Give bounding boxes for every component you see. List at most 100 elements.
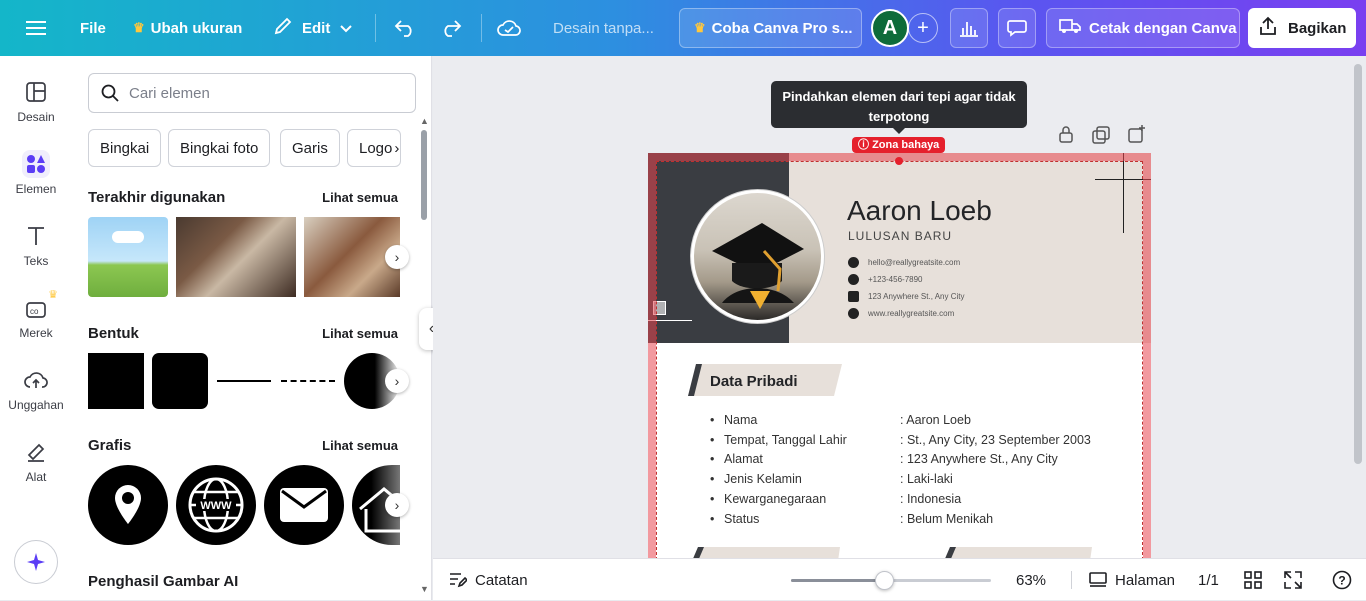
cross-decoration-horizontal xyxy=(1095,179,1151,180)
brand-icon: co ♛ xyxy=(22,289,58,322)
sidebar-item-elements[interactable]: Elemen xyxy=(0,150,72,196)
cloud-saved-icon[interactable] xyxy=(497,0,521,56)
data-row[interactable]: • Jenis Kelamin: Laki-laki xyxy=(710,470,1091,490)
data-row[interactable]: • Alamat: 123 Anywhere St., Any City xyxy=(710,450,1091,470)
scroll-down-icon[interactable]: ▼ xyxy=(420,584,429,594)
redo-icon[interactable] xyxy=(440,0,462,56)
chevron-right-icon[interactable]: › xyxy=(385,245,409,269)
add-collaborator-icon[interactable]: + xyxy=(908,13,938,43)
resume-role[interactable]: LULUSAN BARU xyxy=(848,229,952,243)
crown-icon: ♛ xyxy=(133,20,145,35)
see-all-recent-link[interactable]: Lihat semua xyxy=(322,190,398,205)
globe-www-icon[interactable]: WWW xyxy=(176,465,256,545)
ai-image-section-title: Penghasil Gambar AI xyxy=(88,573,239,590)
contact-email[interactable]: hello@reallygreatsite.com xyxy=(848,254,965,271)
chip-frames[interactable]: Bingkai xyxy=(88,129,162,167)
data-row-key: Status xyxy=(724,511,760,526)
recent-item-sky-image[interactable] xyxy=(88,217,168,297)
notes-button[interactable]: Catatan xyxy=(449,559,528,601)
try-pro-label: Coba Canva Pro s... xyxy=(711,19,853,37)
solid-line-shape[interactable] xyxy=(217,380,271,382)
data-row-value: : Laki-laki xyxy=(900,472,953,487)
print-with-canva-button[interactable]: Cetak dengan Canva xyxy=(1046,8,1240,48)
menu-icon[interactable] xyxy=(26,0,46,56)
decor-square xyxy=(653,301,666,315)
grid-view-icon[interactable] xyxy=(1244,559,1262,601)
see-all-shapes-link[interactable]: Lihat semua xyxy=(322,326,398,341)
data-row-value: : Belum Menikah xyxy=(900,511,994,526)
edit-button[interactable]: Edit xyxy=(274,0,353,56)
help-icon[interactable]: ? xyxy=(1332,559,1352,601)
recent-item-barbershop-photo[interactable] xyxy=(176,217,296,297)
try-pro-button[interactable]: ♛ Coba Canva Pro s... xyxy=(679,8,862,48)
contact-website[interactable]: www.reallygreatsite.com xyxy=(848,305,965,322)
edit-label: Edit xyxy=(302,19,331,37)
analytics-icon[interactable] xyxy=(950,8,988,48)
pages-button[interactable]: Halaman xyxy=(1089,559,1175,601)
resume-contacts: hello@reallygreatsite.com +123-456-7890 … xyxy=(848,254,965,322)
scroll-up-icon[interactable]: ▲ xyxy=(420,116,429,126)
chip-logo[interactable]: Logo › xyxy=(347,129,401,167)
page-count[interactable]: 1/1 xyxy=(1198,559,1219,601)
danger-zone-tooltip: Pindahkan elemen dari tepi agar tidak te… xyxy=(771,81,1027,128)
panel-scrollbar[interactable] xyxy=(421,130,427,220)
chip-lines[interactable]: Garis xyxy=(280,129,340,167)
contact-phone[interactable]: +123-456-7890 xyxy=(848,271,965,288)
sidebar-item-tools[interactable]: Alat xyxy=(0,438,72,484)
data-row[interactable]: • Kewarganegaraan: Indonesia xyxy=(710,490,1091,510)
contact-address[interactable]: 123 Anywhere St., Any City xyxy=(848,288,965,305)
lock-icon[interactable] xyxy=(1058,125,1074,148)
rounded-square-shape[interactable] xyxy=(152,353,208,409)
search-input[interactable]: Cari elemen xyxy=(88,73,416,113)
bottom-toolbar: Catatan 63% Halaman 1/1 ? xyxy=(433,558,1366,600)
data-row[interactable]: • Status: Belum Menikah xyxy=(710,510,1091,530)
svg-text:?: ? xyxy=(1338,574,1345,588)
zoom-value[interactable]: 63% xyxy=(1016,559,1046,601)
print-label: Cetak dengan Canva xyxy=(1089,19,1237,37)
magic-sparkle-icon[interactable] xyxy=(14,540,58,584)
data-row[interactable]: • Nama: Aaron Loeb xyxy=(710,411,1091,431)
section-banner[interactable]: Data Pribadi xyxy=(686,364,842,396)
add-page-icon[interactable] xyxy=(1128,125,1146,148)
comment-icon[interactable] xyxy=(998,8,1036,48)
contact-address-text: 123 Anywhere St., Any City xyxy=(868,292,965,301)
avatar[interactable]: A xyxy=(871,9,909,47)
data-row-key: Nama xyxy=(724,413,758,427)
chevron-right-icon[interactable]: › xyxy=(385,493,409,517)
zoom-slider-track[interactable] xyxy=(791,571,991,590)
resize-button[interactable]: ♛ Ubah ukuran xyxy=(133,0,242,56)
sidebar-item-text[interactable]: Teks xyxy=(0,222,72,268)
tools-icon xyxy=(22,438,50,466)
sidebar-item-uploads[interactable]: Unggahan xyxy=(0,366,72,412)
zoom-slider-thumb[interactable] xyxy=(875,571,894,590)
duplicate-page-icon[interactable] xyxy=(1092,126,1110,149)
chip-photo-frames[interactable]: Bingkai foto xyxy=(168,129,271,167)
sidebar-item-label: Teks xyxy=(23,254,49,268)
data-row-key: Jenis Kelamin xyxy=(724,472,802,487)
resize-label: Ubah ukuran xyxy=(150,19,243,37)
see-all-graphics-link[interactable]: Lihat semua xyxy=(322,438,398,453)
globe-icon xyxy=(848,308,859,319)
share-button[interactable]: Bagikan xyxy=(1248,8,1356,48)
sidebar-item-brand[interactable]: co ♛ Merek xyxy=(0,289,72,340)
cross-decoration-vertical xyxy=(1123,153,1124,233)
contact-email-text: hello@reallygreatsite.com xyxy=(868,258,961,267)
sidebar-item-design[interactable]: Desain xyxy=(0,78,72,124)
elements-panel: Cari elemen Bingkai Bingkai foto Garis L… xyxy=(72,56,432,600)
mail-envelope-icon[interactable] xyxy=(264,465,344,545)
profile-photo[interactable] xyxy=(691,190,824,323)
dashed-line-shape[interactable] xyxy=(281,380,335,382)
canvas-scrollbar[interactable] xyxy=(1354,64,1362,464)
toolbar-divider xyxy=(375,14,376,42)
design-title-input[interactable]: Desain tanpa... xyxy=(553,0,654,56)
design-page[interactable]: Aaron Loeb LULUSAN BARU hello@reallygrea… xyxy=(648,153,1151,566)
location-pin-icon[interactable] xyxy=(88,465,168,545)
fullscreen-icon[interactable] xyxy=(1284,559,1302,601)
chevron-right-icon[interactable]: › xyxy=(385,369,409,393)
resume-name[interactable]: Aaron Loeb xyxy=(847,195,992,227)
file-menu-button[interactable]: File xyxy=(80,0,106,56)
square-shape[interactable] xyxy=(88,353,144,409)
contact-phone-text: +123-456-7890 xyxy=(868,275,923,284)
undo-icon[interactable] xyxy=(394,0,416,56)
data-row[interactable]: • Tempat, Tanggal Lahir: St., Any City, 2… xyxy=(710,431,1091,451)
